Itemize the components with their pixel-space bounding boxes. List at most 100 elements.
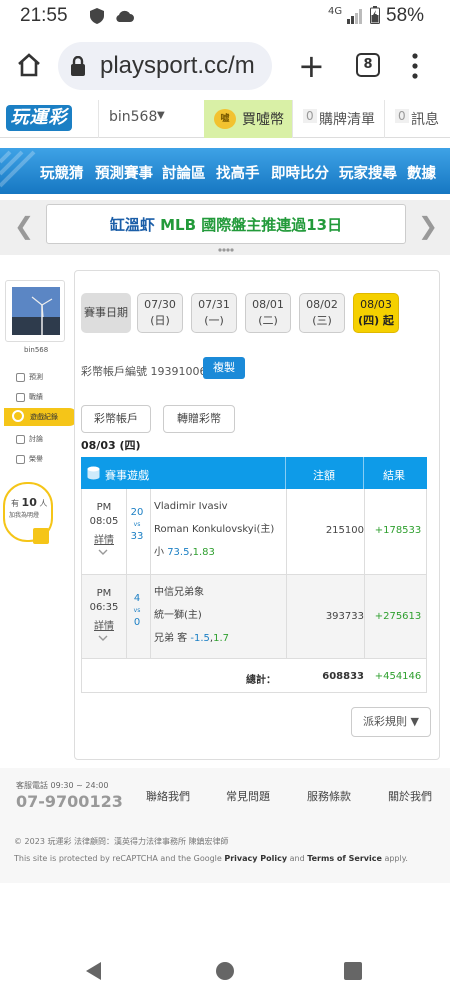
tab-transfer-coins[interactable]: 轉贈彩幣 <box>163 405 235 433</box>
tab-count-button[interactable]: 8 <box>356 53 380 77</box>
nav-item-guess[interactable]: 玩競猜 <box>40 162 84 183</box>
main-nav: 玩競猜 預測賽事 討論區 找高手 即時比分 玩家搜尋 數據 <box>0 148 450 194</box>
banner-name: 缸溫虾 <box>109 216 155 234</box>
back-icon[interactable] <box>86 962 102 980</box>
recents-icon[interactable] <box>344 962 362 980</box>
team-home: Roman Konkulovskyi(主) <box>154 524 275 535</box>
total-result: +454146 <box>374 671 422 682</box>
site-logo[interactable]: 玩運彩 <box>6 105 72 131</box>
battery-percent: 58% <box>386 5 425 26</box>
status-time: 21:55 <box>20 5 68 26</box>
date-button-0803[interactable]: 08/03 (四) 起 <box>353 293 399 333</box>
payout-rules-button[interactable]: 派彩規則 ▼ <box>351 707 431 737</box>
banner-message[interactable]: 缸溫虾 MLB 國際盤主推連過13日 <box>46 204 406 244</box>
nav-item-stats[interactable]: 數據 <box>407 162 436 183</box>
follower-count: 10 <box>21 496 37 509</box>
lightbulb-icon <box>33 528 49 544</box>
table-row: PM 06:35 詳情 4 vs 0 中信兄弟象 統一獅(主) 兄弟 客 -1.5,1.7… <box>81 575 427 659</box>
cart-count: 0 <box>303 109 317 123</box>
nav-item-experts[interactable]: 找高手 <box>216 162 260 183</box>
avatar <box>12 287 60 335</box>
account-info: 彩幣帳戶編號 19391006 <box>81 365 207 378</box>
game-log-panel: 賽事日期 07/30 (日) 07/31 (一) 08/01 (二) 08/02 (三)… <box>74 270 440 760</box>
home-icon[interactable] <box>16 52 42 78</box>
date-button-0730[interactable]: 07/30 (日) <box>137 293 183 333</box>
date-label: 賽事日期 <box>81 293 131 333</box>
cloud-icon <box>116 10 134 22</box>
footer-link-about[interactable]: 關於我們 <box>388 788 432 804</box>
nav-item-player-search[interactable]: 玩家搜尋 <box>339 162 397 183</box>
game-time: PM 06:35 <box>89 588 119 613</box>
game-score: 20 vs 33 <box>130 507 144 542</box>
coin-icon: 噓 <box>214 109 236 129</box>
follow-lamp-text: 加我為明燈 <box>9 512 40 519</box>
url-text: playsport.cc/m <box>100 52 255 79</box>
detail-link[interactable]: 詳情 <box>82 617 126 632</box>
discuss-icon <box>16 434 25 444</box>
header-result: 結果 <box>383 469 405 482</box>
result-amount: +275613 <box>374 611 422 622</box>
messages-button[interactable]: 0 訊息 <box>384 100 450 138</box>
nav-item-livescore[interactable]: 即時比分 <box>271 162 329 183</box>
privacy-link[interactable]: Privacy Policy <box>224 854 287 863</box>
terms-link[interactable]: Terms of Service <box>307 854 382 863</box>
site-footer: 客服電話 09:30 ~ 24:00 07-9700123 聯絡我們 常見問題 … <box>0 768 450 883</box>
chevron-right-icon[interactable]: ❯ <box>418 212 438 240</box>
team-away: 中信兄弟象 <box>154 587 204 598</box>
user-menu[interactable]: bin568 ▼ <box>98 100 204 138</box>
banner-text: MLB 國際盤主推連過13日 <box>154 216 343 234</box>
buy-coins-button[interactable]: 噓 買噓幣 <box>204 100 292 138</box>
sidebar-item-game-log[interactable]: 遊戲紀錄 <box>4 408 78 426</box>
totals-row: 總計： 608833 +454146 <box>81 659 427 693</box>
detail-link[interactable]: 詳情 <box>82 531 126 546</box>
signal-icon <box>347 9 362 24</box>
date-button-0801[interactable]: 08/01 (二) <box>245 293 291 333</box>
status-bar: 21:55 4G 58% <box>0 0 450 32</box>
msg-count: 0 <box>395 109 409 123</box>
table-row: PM 08:05 詳情 20 vs 33 Vladimir Ivasiv Roman K… <box>81 489 427 575</box>
sidebar-item-predict[interactable]: 預測 <box>16 372 43 382</box>
avatar-frame[interactable] <box>5 280 65 342</box>
site-header: 玩運彩 bin568 ▼ 噓 買噓幣 0 購牌清單 0 訊息 <box>0 100 450 138</box>
msg-label: 訊息 <box>411 112 439 128</box>
footer-link-contact[interactable]: 聯絡我們 <box>146 788 190 804</box>
account-number: 19391006 <box>150 365 207 378</box>
browser-toolbar: playsport.cc/m + 8 <box>0 32 450 100</box>
copy-button[interactable]: 複製 <box>203 357 245 379</box>
team-away: Vladimir Ivasiv <box>154 501 228 512</box>
tab-coin-account[interactable]: 彩幣帳戶 <box>81 405 151 433</box>
address-bar[interactable]: playsport.cc/m <box>58 42 272 90</box>
sidebar-item-discuss[interactable]: 討論 <box>16 434 43 444</box>
home-circle-icon[interactable] <box>216 962 234 980</box>
date-button-0731[interactable]: 07/31 (一) <box>191 293 237 333</box>
purchase-list-button[interactable]: 0 購牌清單 <box>292 100 384 138</box>
sidebar-username: bin568 <box>24 346 49 354</box>
chevron-left-icon[interactable]: ❮ <box>14 212 34 240</box>
carousel-dots <box>218 248 234 252</box>
bet-selection: 小 73.5,1.83 <box>154 547 215 558</box>
chevron-down-icon[interactable] <box>98 633 108 643</box>
promo-banner: ❮ 缸溫虾 MLB 國際盤主推連過13日 ❯ <box>0 200 450 255</box>
date-button-0802[interactable]: 08/02 (三) <box>299 293 345 333</box>
stake-amount: 215100 <box>325 525 364 536</box>
service-phone[interactable]: 07-9700123 <box>16 792 123 811</box>
game-score: 4 vs 0 <box>133 593 141 628</box>
header-game: 賽事遊戲 <box>105 469 149 482</box>
nav-item-predict[interactable]: 預測賽事 <box>95 162 153 183</box>
predict-icon <box>16 372 25 382</box>
caret-down-icon: ▼ <box>157 110 165 121</box>
sidebar-item-honor[interactable]: 榮譽 <box>16 454 43 464</box>
current-date: 08/03 (四) <box>81 439 141 452</box>
buy-coins-label: 買噓幣 <box>242 112 284 128</box>
footer-link-terms[interactable]: 服務條款 <box>307 788 351 804</box>
service-hours: 客服電話 09:30 ~ 24:00 <box>16 781 109 790</box>
footer-link-faq[interactable]: 常見問題 <box>226 788 270 804</box>
team-list: Vladimir Ivasiv Roman Konkulovskyi(主) 小 73… <box>154 495 274 564</box>
sidebar-item-record[interactable]: 戰績 <box>16 392 43 402</box>
new-tab-icon[interactable]: + <box>298 50 325 82</box>
recaptcha-notice: This site is protected by reCAPTCHA and … <box>14 854 408 863</box>
game-time: PM 08:05 <box>89 502 119 527</box>
nav-item-forum[interactable]: 討論區 <box>162 162 206 183</box>
more-menu-icon[interactable] <box>412 52 418 80</box>
chevron-down-icon[interactable] <box>98 547 108 557</box>
